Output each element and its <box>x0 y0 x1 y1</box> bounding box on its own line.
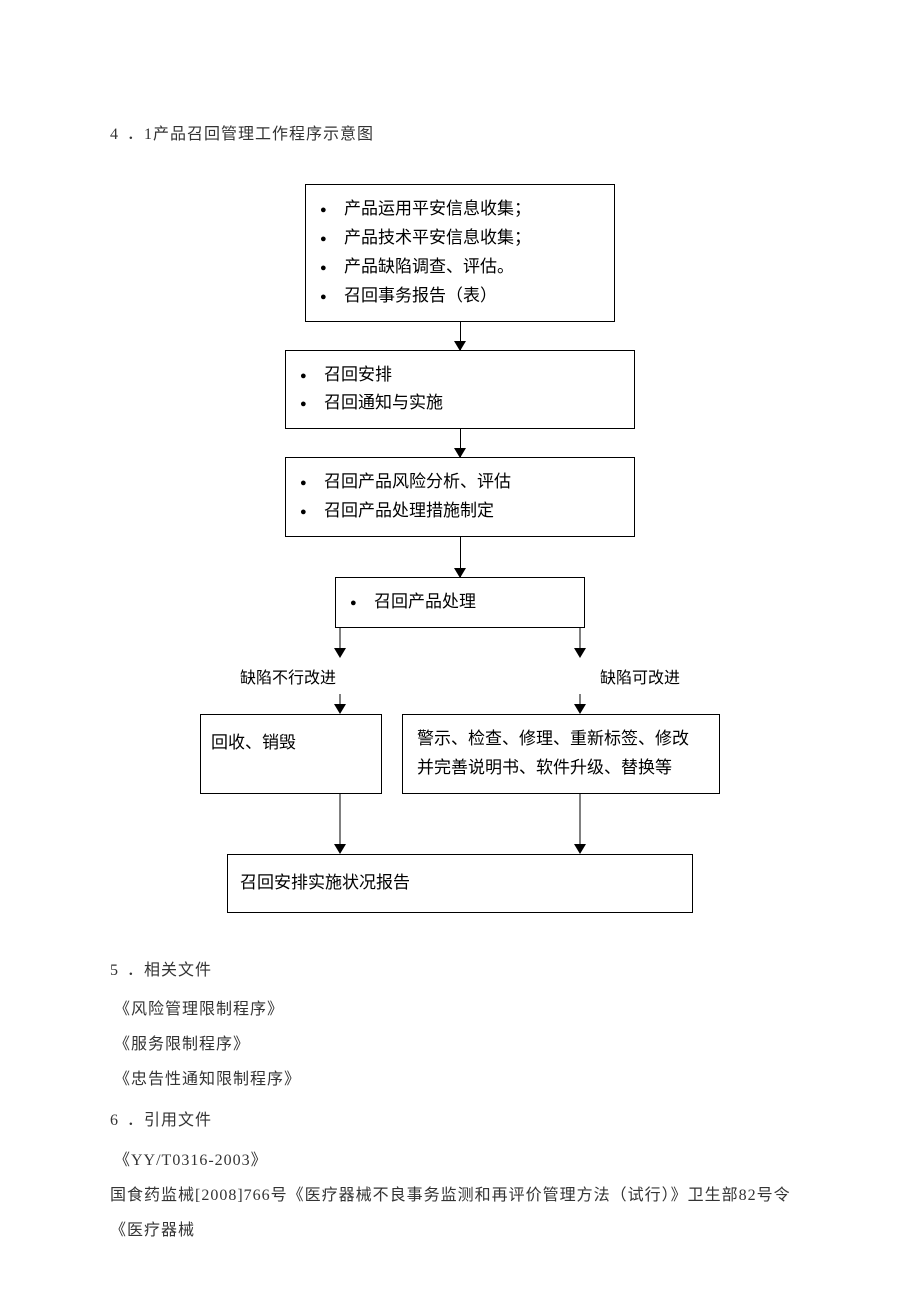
flow-box-destroy: 回收、销毁 <box>200 714 382 794</box>
section-title: ．引用文件 <box>127 1112 212 1129</box>
doc-ref: 《YY/T0316-2003》 <box>114 1143 810 1178</box>
branch-boxes: 回收、销毁 警示、检查、修理、重新标签、修改并完善说明书、软件升级、替换等 <box>200 714 720 794</box>
section-5-heading: 5 ．相关文件 <box>110 953 810 988</box>
flowchart: 产品运用平安信息收集； 产品技术平安信息收集； 产品缺陷调查、评估。 召回事务报… <box>200 184 720 913</box>
doc-ref: 《忠告性通知限制程序》 <box>114 1062 810 1097</box>
flow-item: 产品缺陷调查、评估。 <box>320 253 600 282</box>
flow-text: 警示、检查、修理、重新标签、修改并完善说明书、软件升级、替换等 <box>417 729 689 777</box>
section-title: ．1产品召回管理工作程序示意图 <box>127 126 374 143</box>
branch-merge-icon <box>230 794 690 854</box>
branch-split-icon <box>230 694 690 714</box>
document-page: 4 ．1产品召回管理工作程序示意图 产品运用平安信息收集； 产品技术平安信息收集；… <box>0 0 920 1288</box>
flow-box-collect: 产品运用平安信息收集； 产品技术平安信息收集； 产品缺陷调查、评估。 召回事务报… <box>305 184 615 322</box>
section-number: 5 <box>110 953 119 988</box>
section-number: 4 <box>110 126 119 144</box>
doc-ref: 《风险管理限制程序》 <box>114 992 810 1027</box>
branch-left-label: 缺陷不行改进 <box>240 664 336 688</box>
flow-box-arrange: 召回安排 召回通知与实施 <box>285 350 635 430</box>
branch-split-icon <box>230 628 690 658</box>
flow-box-report: 召回安排实施状况报告 <box>227 854 693 913</box>
flow-box-process: 召回产品处理 <box>335 577 585 628</box>
flow-item: 召回安排 <box>300 361 620 390</box>
section-5: 5 ．相关文件 《风险管理限制程序》 《服务限制程序》 《忠告性通知限制程序》 6… <box>110 953 810 1249</box>
section-4-1-heading: 4 ．1产品召回管理工作程序示意图 <box>110 120 810 144</box>
flow-item: 召回产品处理措施制定 <box>300 497 620 526</box>
branch-labels: 缺陷不行改进 缺陷可改进 <box>240 664 680 688</box>
flow-item: 召回通知与实施 <box>300 389 620 418</box>
flow-box-analyze: 召回产品风险分析、评估 召回产品处理措施制定 <box>285 457 635 537</box>
flow-item: 产品技术平安信息收集； <box>320 224 600 253</box>
flow-item: 召回事务报告（表） <box>320 282 600 311</box>
flow-item: 产品运用平安信息收集； <box>320 195 600 224</box>
section-number: 6 <box>110 1103 119 1138</box>
doc-ref: 国食药监械[2008]766号《医疗器械不良事务监测和再评价管理方法（试行）》卫… <box>110 1178 810 1248</box>
section-6-heading: 6 ．引用文件 <box>110 1103 810 1138</box>
section-title: ．相关文件 <box>127 962 212 979</box>
flow-text: 召回安排实施状况报告 <box>240 873 410 892</box>
flow-text: 回收、销毁 <box>211 733 296 752</box>
flow-box-improve: 警示、检查、修理、重新标签、修改并完善说明书、软件升级、替换等 <box>402 714 720 794</box>
flow-item: 召回产品处理 <box>350 588 570 617</box>
flow-item: 召回产品风险分析、评估 <box>300 468 620 497</box>
doc-ref: 《服务限制程序》 <box>114 1027 810 1062</box>
branch-right-label: 缺陷可改进 <box>600 664 680 688</box>
